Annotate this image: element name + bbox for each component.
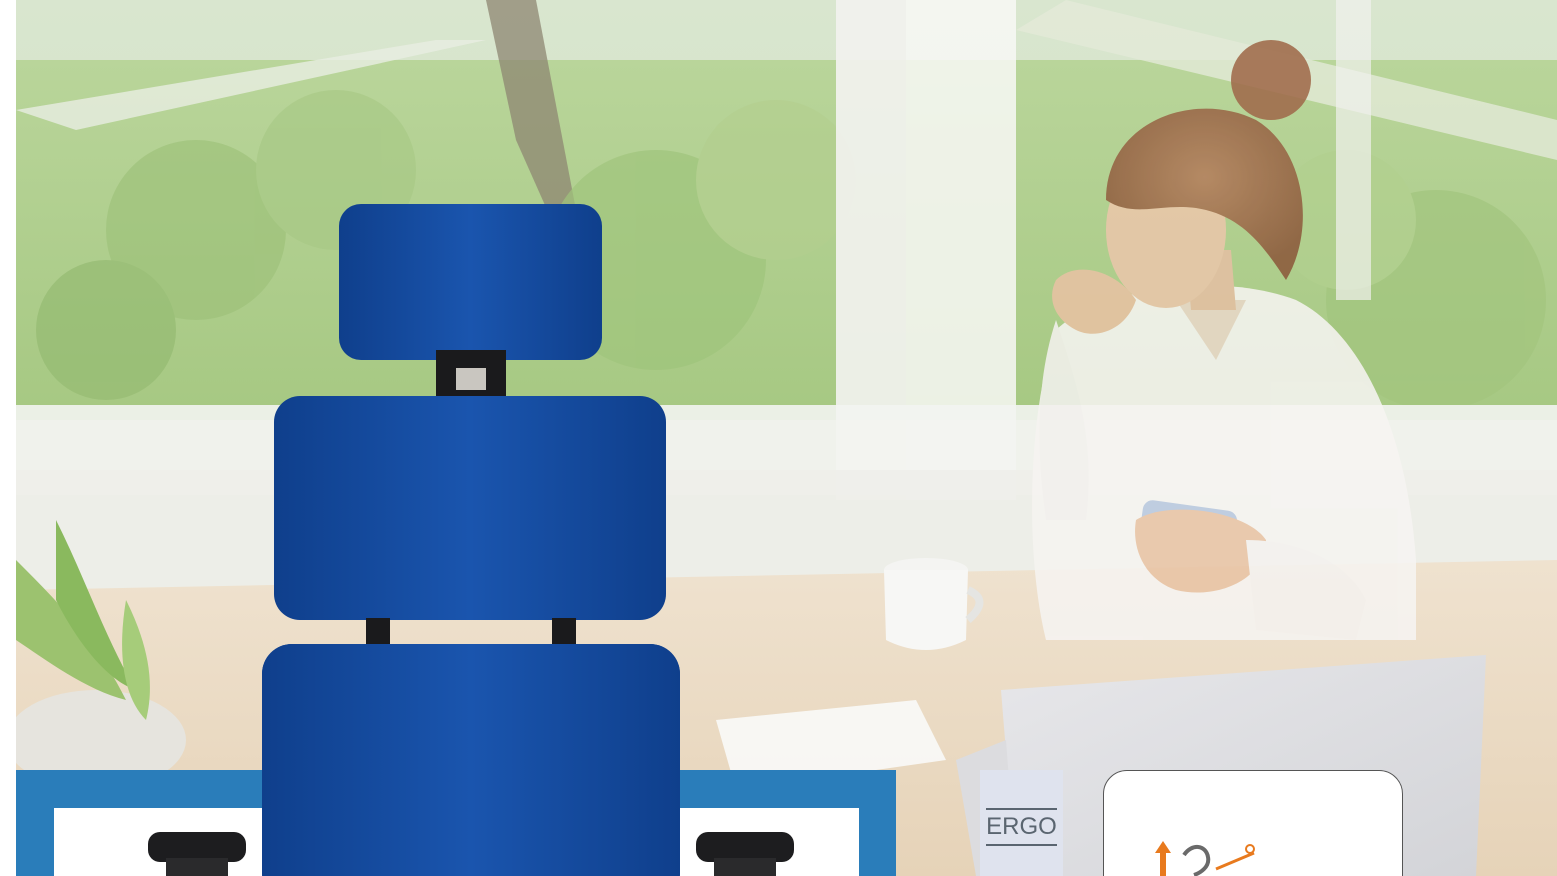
product-hero-page: ERGO [0,0,1557,876]
ergo-label: ERGO [986,808,1057,846]
product-frame-layer [16,644,896,876]
chair-lower-back-front [262,644,680,876]
feature-card[interactable] [1103,770,1403,876]
page-margin [0,0,16,876]
hero-image [16,0,1557,876]
height-adjust-icon [1155,841,1255,876]
ergo-tab[interactable]: ERGO [980,770,1063,876]
